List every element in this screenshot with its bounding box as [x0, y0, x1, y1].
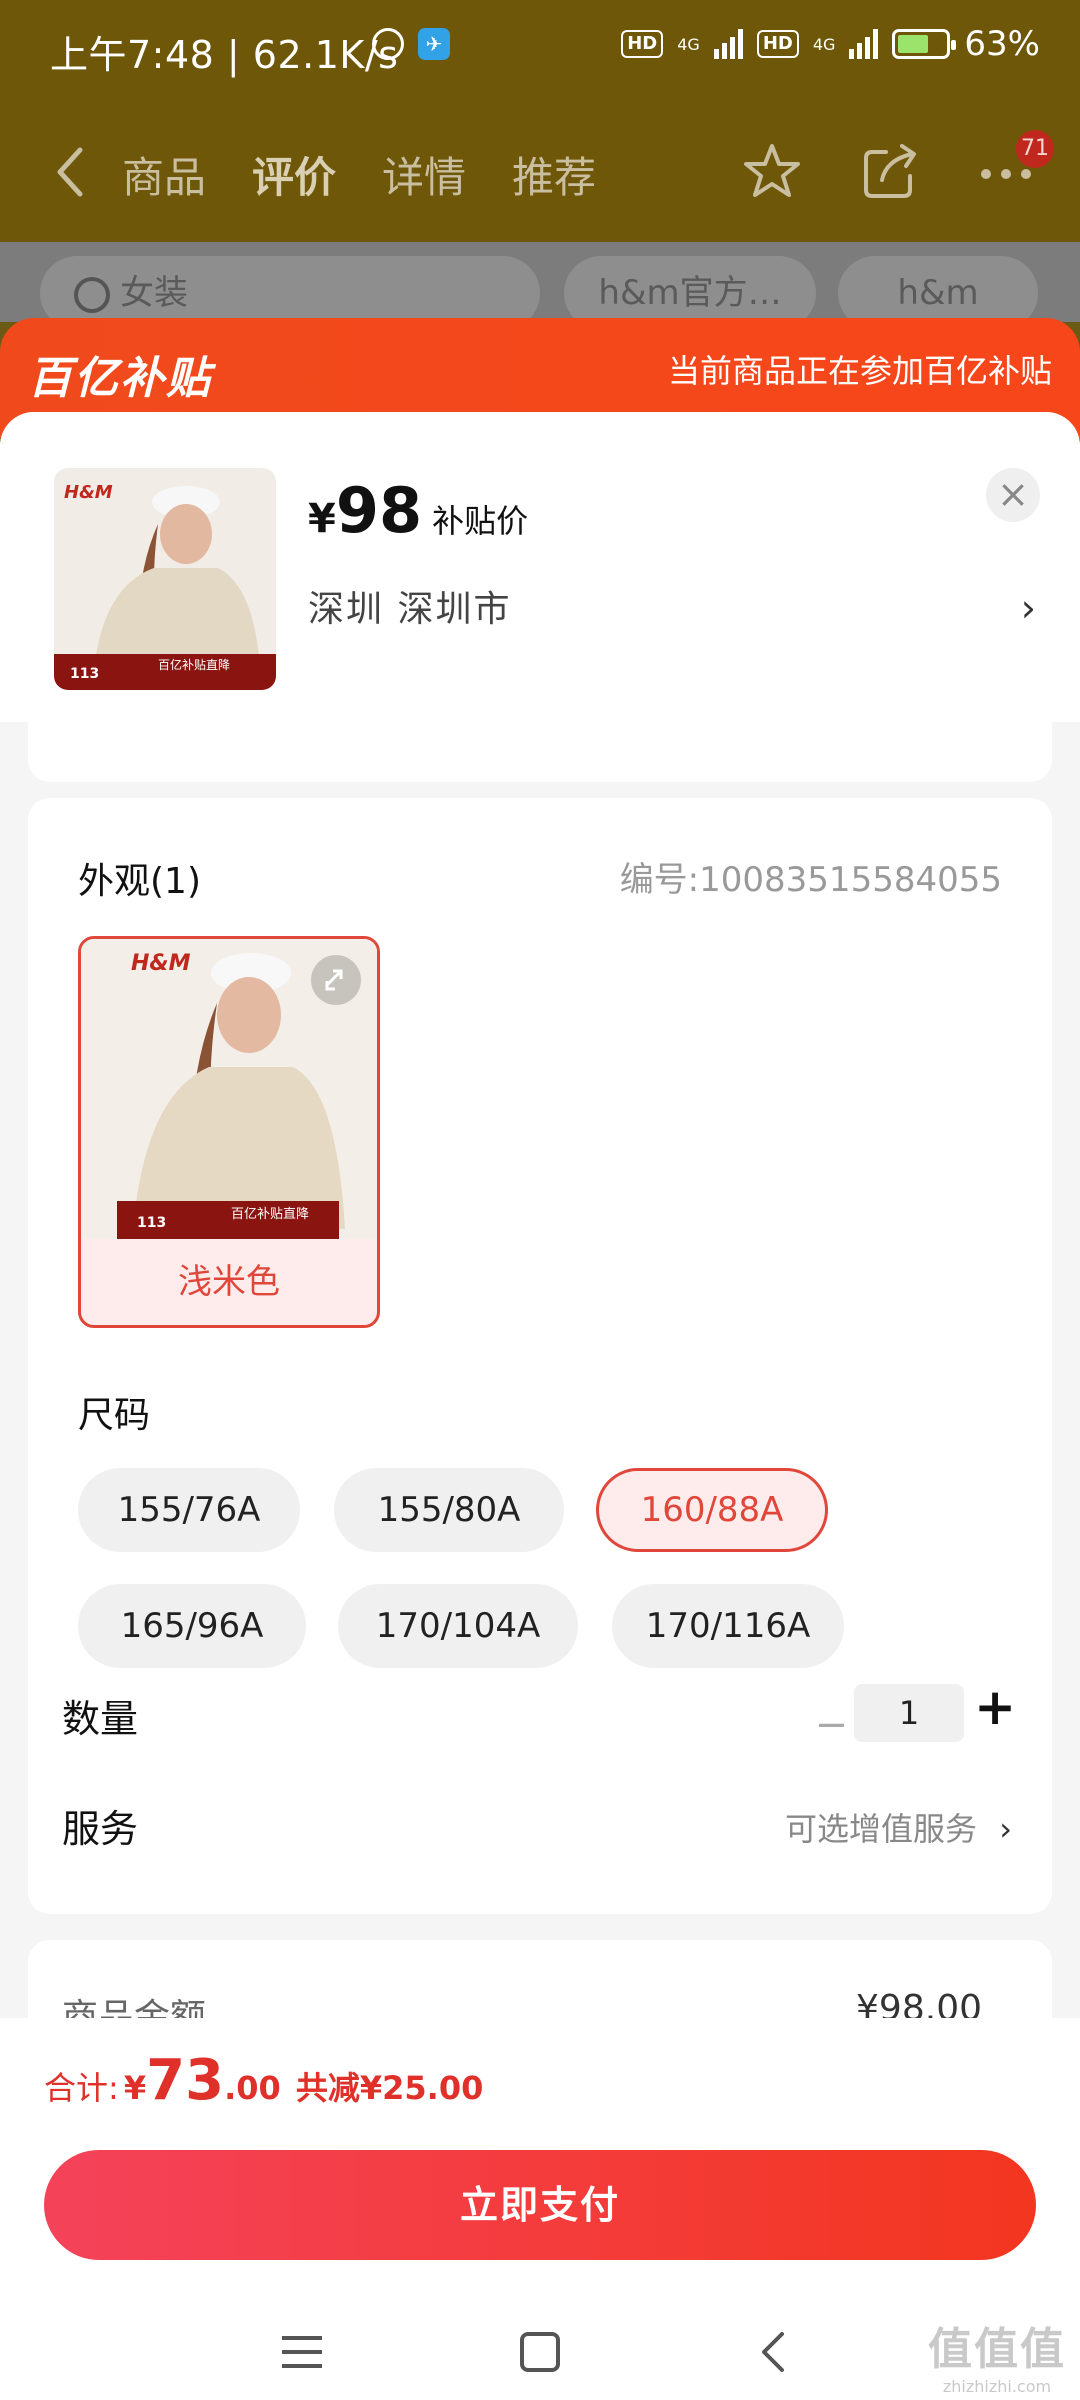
nav-tabs: 商品 评价 详情 推荐	[122, 144, 596, 205]
share-icon[interactable]	[858, 140, 922, 204]
quantity-input[interactable]: 1	[854, 1684, 964, 1742]
system-nav-bar: 值值值 zhizhizhi.com	[0, 2300, 1080, 2400]
network-type-2: 4G	[812, 34, 836, 54]
total-currency: ¥	[123, 2069, 147, 2107]
product-nav-bar: 商品 评价 详情 推荐 71	[0, 100, 1080, 242]
total-decimal: .00	[224, 2069, 281, 2107]
signal-icon	[713, 29, 743, 59]
battery-level: 63%	[964, 24, 1040, 64]
app-notification-icon: ✈	[418, 28, 450, 60]
price-tag: 补贴价	[432, 502, 529, 540]
search-text: 女装	[120, 273, 188, 313]
search-icon	[74, 276, 110, 313]
quantity-decrease-button[interactable]: −	[814, 1702, 848, 1748]
size-option[interactable]: 165/96A	[78, 1584, 306, 1668]
size-option[interactable]: 155/80A	[334, 1468, 564, 1552]
size-option[interactable]: 170/104A	[338, 1584, 578, 1668]
service-selector[interactable]: 可选增值服务 ›	[785, 1804, 1012, 1850]
pay-now-button[interactable]: 立即支付	[44, 2150, 1036, 2260]
service-label: 服务	[62, 1807, 139, 1851]
order-total: 合计: ¥73.00 共减¥25.00	[44, 2048, 483, 2113]
status-time: 上午7:48 | 62.1K/s	[50, 33, 399, 77]
total-label: 合计:	[44, 2069, 119, 2107]
home-icon[interactable]	[518, 2330, 562, 2374]
thumb-promo: 百亿补贴直降	[158, 658, 231, 672]
tab-reviews[interactable]: 评价	[252, 144, 336, 205]
signal-icon-2	[849, 29, 879, 59]
status-bar: 上午7:48 | 62.1K/s ✈ HD 4G HD 4G 63%	[0, 0, 1080, 100]
hd-icon: HD	[621, 30, 664, 58]
watermark-url: zhizhizhi.com	[942, 2377, 1052, 2396]
color-option-promo: 百亿补贴直降	[231, 1207, 310, 1222]
total-integer: 73	[146, 2048, 225, 2113]
product-header: H&M 百亿补贴直降 113 ¥98 补贴价 深圳 深圳市 › ×	[0, 412, 1080, 722]
subsidy-logo: 百亿补贴	[28, 353, 212, 404]
ship-location[interactable]: 深圳 深圳市	[308, 580, 511, 632]
network-type: 4G	[677, 34, 700, 54]
hd-icon-2: HD	[756, 30, 799, 58]
watermark: 值值值 zhizhizhi.com	[928, 2313, 1066, 2396]
close-button[interactable]: ×	[986, 468, 1040, 522]
notification-badge: 71	[1016, 130, 1054, 168]
color-option-light-beige[interactable]: H&M 百亿补贴直降 113 浅米色	[78, 936, 380, 1328]
color-option-label: 浅米色	[178, 1262, 280, 1302]
price-currency: ¥	[308, 496, 336, 542]
tab-details[interactable]: 详情	[382, 144, 466, 205]
size-option[interactable]: 155/76A	[78, 1468, 300, 1552]
size-option[interactable]: 170/116A	[612, 1584, 844, 1668]
size-title: 尺码	[78, 1395, 151, 1436]
service-value: 可选增值服务	[785, 1810, 978, 1848]
product-code: 编号:10083515584055	[619, 860, 1002, 900]
product-price: ¥98 补贴价	[308, 474, 528, 547]
total-discount: 共减¥25.00	[295, 2069, 484, 2107]
back-icon[interactable]	[50, 144, 90, 200]
nav-actions: 71	[740, 130, 1054, 204]
chevron-right-icon: ›	[999, 1810, 1012, 1848]
tab-goods[interactable]: 商品	[122, 144, 206, 205]
quantity-label: 数量	[62, 1697, 139, 1741]
back-nav-icon[interactable]	[756, 2330, 788, 2374]
status-right: HD 4G HD 4G 63%	[621, 24, 1040, 64]
quantity-increase-button[interactable]: +	[974, 1678, 1016, 1736]
thumb-brand: H&M	[64, 482, 113, 503]
star-icon[interactable]	[740, 140, 804, 204]
more-icon[interactable]: 71	[976, 130, 1054, 204]
battery-icon	[892, 29, 957, 59]
expand-icon[interactable]	[311, 955, 361, 1005]
product-thumbnail: H&M 百亿补贴直降 113	[54, 468, 276, 690]
spec-card: 外观(1) 编号:10083515584055 H&M 百亿补贴直降 113 浅…	[28, 798, 1052, 1914]
menu-icon[interactable]	[280, 2332, 324, 2372]
thumb-price: 113	[70, 666, 100, 682]
color-option-price: 113	[137, 1215, 167, 1231]
price-value: 98	[335, 474, 423, 547]
alarm-icon	[372, 28, 404, 60]
subsidy-message: 当前商品正在参加百亿补贴	[667, 352, 1052, 390]
appearance-title: 外观(1)	[78, 861, 201, 902]
search-strip: 女装 h&m官方… h&m	[0, 242, 1080, 330]
size-option-selected[interactable]: 160/88A	[596, 1468, 828, 1552]
watermark-logo: 值值值	[928, 2324, 1066, 2375]
color-option-brand: H&M	[131, 951, 191, 976]
checkout-bar: 合计: ¥73.00 共减¥25.00 立即支付 值值值 zhizhizhi.c…	[0, 2018, 1080, 2400]
address-card-bottom	[28, 722, 1052, 782]
chevron-right-icon[interactable]: ›	[1021, 586, 1036, 630]
tab-recommend[interactable]: 推荐	[512, 144, 596, 205]
